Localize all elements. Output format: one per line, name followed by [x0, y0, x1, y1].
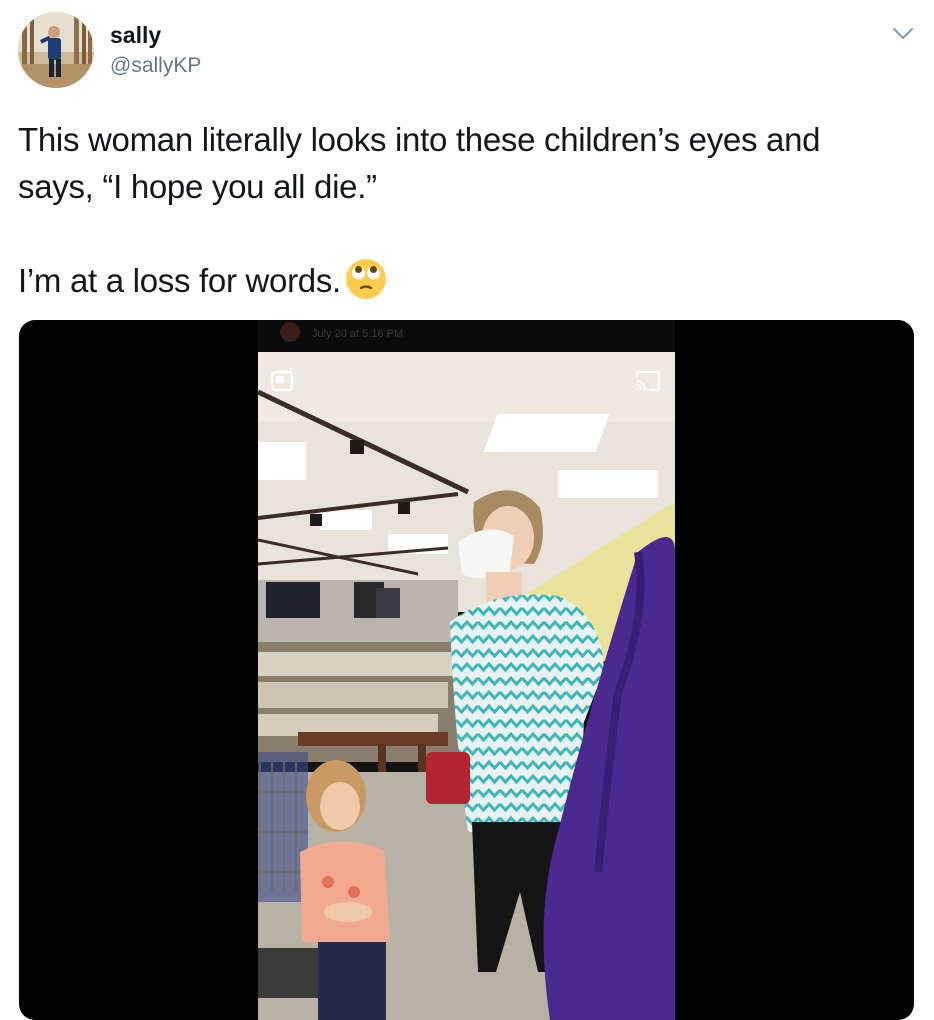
picture-in-picture-icon: [270, 370, 294, 392]
cast-button[interactable]: [634, 370, 662, 399]
video-header: July 20 at 5:16 PM: [258, 320, 675, 352]
media-container[interactable]: July 20 at 5:16 PM: [19, 320, 914, 1020]
face-with-rolling-eyes-icon: [345, 258, 387, 312]
video-frame: [258, 352, 675, 1020]
tweet-text-line: says, “I hope you all die.”: [18, 168, 377, 205]
video-player[interactable]: July 20 at 5:16 PM: [258, 320, 675, 1020]
more-options-button[interactable]: [888, 20, 918, 48]
profile-thumbnail-icon: [280, 322, 300, 342]
video-timestamp: July 20 at 5:16 PM: [312, 328, 404, 340]
author-handle[interactable]: @sallyKP: [110, 54, 201, 78]
picture-in-picture-button[interactable]: [270, 370, 296, 399]
tweet-text-line: I’m at a loss for words.: [18, 257, 918, 312]
tweet-text-line: This woman literally looks into these ch…: [18, 121, 821, 158]
avatar[interactable]: [18, 12, 94, 88]
tweet-text: This woman literally looks into these ch…: [18, 116, 918, 312]
chevron-down-icon: [893, 28, 913, 39]
author-name[interactable]: sally: [110, 22, 161, 49]
tweet-text-last: I’m at a loss for words.: [18, 262, 341, 299]
avatar-photo: [18, 12, 94, 88]
cast-icon: [636, 371, 660, 391]
